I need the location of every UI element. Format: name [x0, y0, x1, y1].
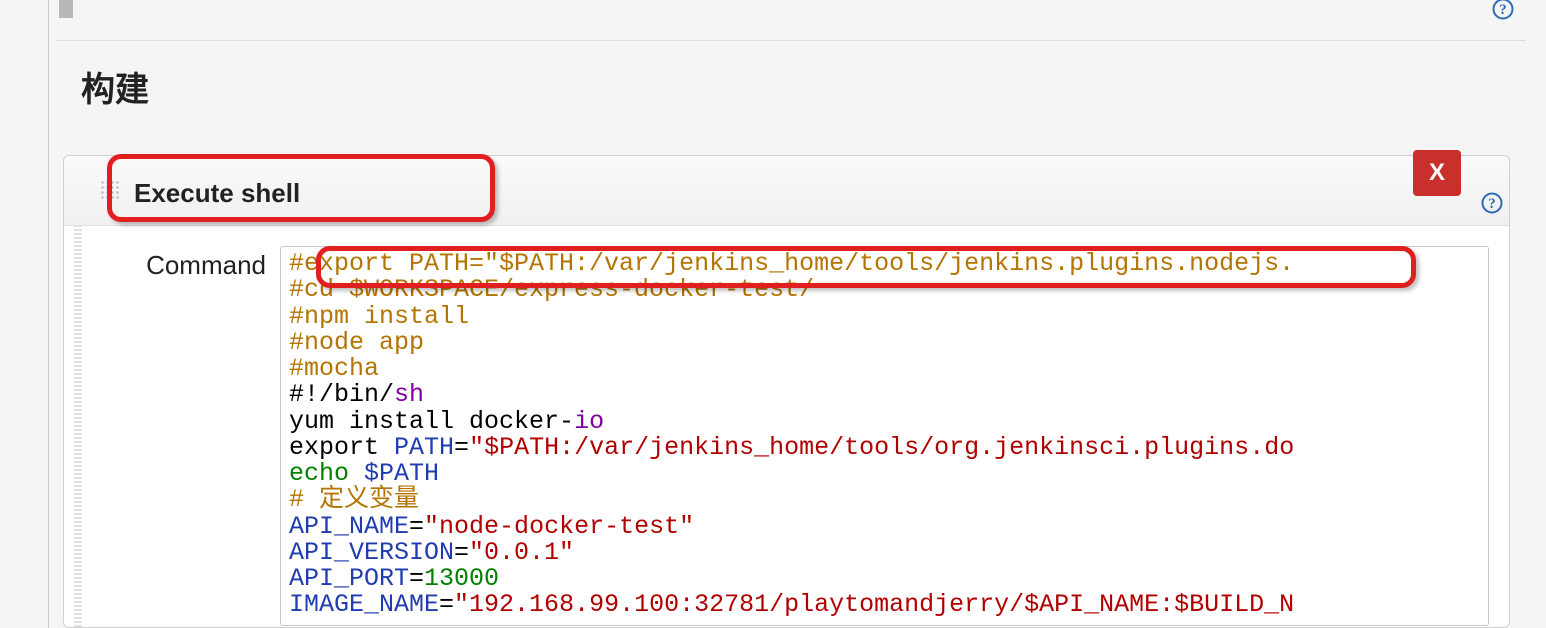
grip-icon[interactable]	[100, 180, 120, 200]
svg-text:?: ?	[1499, 2, 1507, 18]
build-step-body: Command #export PATH="$PATH:/var/jenkins…	[64, 226, 1509, 627]
config-panel: ? 构建 Execute shell X ? Command #export P…	[48, 0, 1526, 628]
section-indent-bar	[59, 0, 73, 18]
command-label: Command	[100, 246, 280, 281]
build-step-header: Execute shell X ?	[64, 156, 1509, 226]
help-icon[interactable]: ?	[1481, 192, 1503, 214]
svg-text:?: ?	[1488, 196, 1496, 212]
delete-step-button[interactable]: X	[1413, 150, 1461, 196]
help-icon[interactable]: ?	[1492, 0, 1514, 20]
build-step-title: Execute shell	[134, 178, 300, 209]
command-textarea[interactable]: #export PATH="$PATH:/var/jenkins_home/to…	[280, 246, 1489, 626]
section-title-build: 构建	[81, 62, 149, 111]
section-divider	[57, 40, 1526, 41]
command-field-row: Command #export PATH="$PATH:/var/jenkins…	[100, 246, 1489, 626]
build-step-panel: Execute shell X ? Command #export PATH="…	[63, 155, 1510, 628]
